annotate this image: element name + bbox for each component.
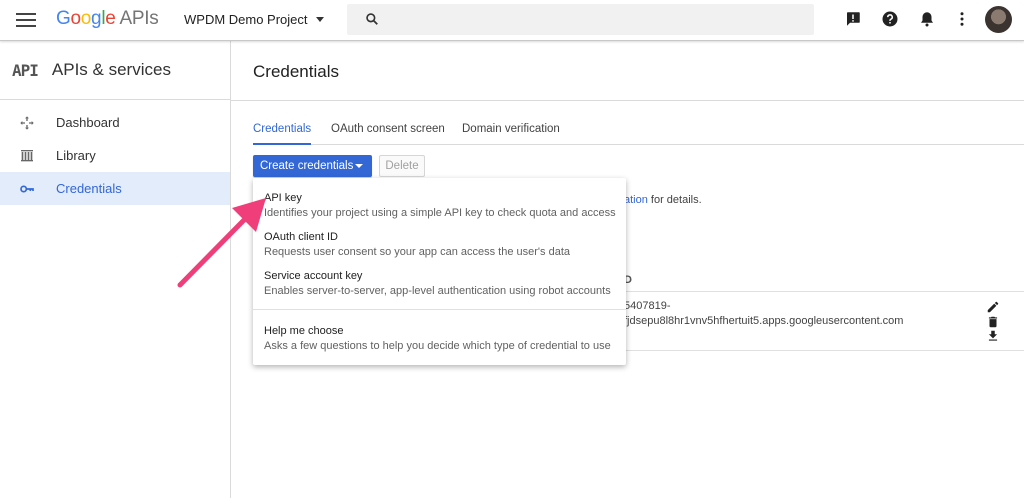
- menu-item-title: Help me choose: [264, 325, 344, 337]
- create-credentials-button[interactable]: Create credentials: [253, 155, 372, 177]
- sidebar: API APIs & services Dashboard Library Cr…: [0, 41, 231, 498]
- menu-item-desc: Enables server-to-server, app-level auth…: [264, 285, 611, 297]
- sidebar-item-label: Library: [56, 148, 96, 163]
- chevron-down-icon: [315, 17, 324, 22]
- menu-item-help-me-choose[interactable]: Help me choose Asks a few questions to h…: [264, 325, 611, 352]
- avatar[interactable]: [985, 6, 1012, 33]
- sidebar-item-credentials[interactable]: Credentials: [0, 172, 230, 205]
- google-apis-logo[interactable]: Google APIs: [56, 8, 159, 30]
- menu-item-desc: Asks a few questions to help you decide …: [264, 340, 611, 352]
- top-app-bar: Google APIs WPDM Demo Project: [0, 0, 1024, 41]
- client-id-line-2: fjdsepu8l8hr1vnv5hfhertuit5.apps.googleu…: [624, 315, 904, 327]
- menu-item-title: API key: [264, 192, 302, 204]
- search-input[interactable]: [391, 9, 801, 30]
- edit-icon[interactable]: [986, 300, 1000, 314]
- sidebar-header: API APIs & services: [0, 41, 230, 100]
- key-icon: [19, 181, 35, 197]
- api-mark-icon: API: [12, 60, 39, 80]
- tab-bar: Credentials OAuth consent screen Domain …: [253, 123, 1024, 145]
- docs-link[interactable]: ation: [624, 194, 648, 206]
- search-icon: [366, 13, 378, 25]
- client-id-line-1: 5407819-: [624, 300, 671, 312]
- feedback-icon[interactable]: [844, 10, 862, 28]
- create-credentials-menu: API key Identifies your project using a …: [253, 178, 626, 365]
- page-header: Credentials: [231, 41, 1024, 101]
- menu-icon[interactable]: [16, 13, 36, 27]
- sidebar-item-label: Dashboard: [56, 115, 120, 130]
- more-vert-icon[interactable]: [953, 10, 971, 28]
- dashboard-icon: [19, 115, 35, 131]
- project-selector[interactable]: WPDM Demo Project: [184, 12, 324, 27]
- tab-domain-verification[interactable]: Domain verification: [462, 123, 560, 145]
- notifications-icon[interactable]: [918, 10, 936, 28]
- menu-divider: [253, 309, 626, 310]
- create-credentials-label: Create credentials: [260, 160, 354, 172]
- menu-item-oauth-client-id[interactable]: OAuth client ID Requests user consent so…: [264, 231, 570, 258]
- search-bar[interactable]: [347, 4, 814, 35]
- download-icon[interactable]: [986, 329, 1000, 343]
- tab-oauth-consent-screen[interactable]: OAuth consent screen: [331, 123, 445, 145]
- menu-item-title: OAuth client ID: [264, 231, 338, 243]
- delete-button[interactable]: Delete: [379, 155, 425, 177]
- sidebar-item-label: Credentials: [56, 181, 122, 196]
- delete-icon[interactable]: [986, 315, 1000, 329]
- chevron-down-icon: [355, 164, 363, 168]
- sidebar-nav: Dashboard Library Credentials: [0, 100, 230, 205]
- library-icon: [19, 148, 35, 164]
- project-name: WPDM Demo Project: [184, 12, 308, 27]
- help-icon[interactable]: [881, 10, 899, 28]
- info-suffix: for details.: [647, 194, 702, 206]
- sidebar-title: APIs & services: [51, 60, 171, 79]
- sidebar-item-dashboard[interactable]: Dashboard: [0, 106, 230, 139]
- sidebar-item-library[interactable]: Library: [0, 139, 230, 172]
- page-title: Credentials: [253, 62, 339, 81]
- menu-item-desc: Requests user consent so your app can ac…: [264, 246, 570, 258]
- menu-item-service-account-key[interactable]: Service account key Enables server-to-se…: [264, 270, 611, 297]
- menu-item-desc: Identifies your project using a simple A…: [264, 207, 616, 219]
- tab-credentials[interactable]: Credentials: [253, 123, 312, 145]
- menu-item-api-key[interactable]: API key Identifies your project using a …: [264, 192, 616, 219]
- menu-item-title: Service account key: [264, 270, 363, 282]
- info-text: ation for details.: [624, 194, 702, 206]
